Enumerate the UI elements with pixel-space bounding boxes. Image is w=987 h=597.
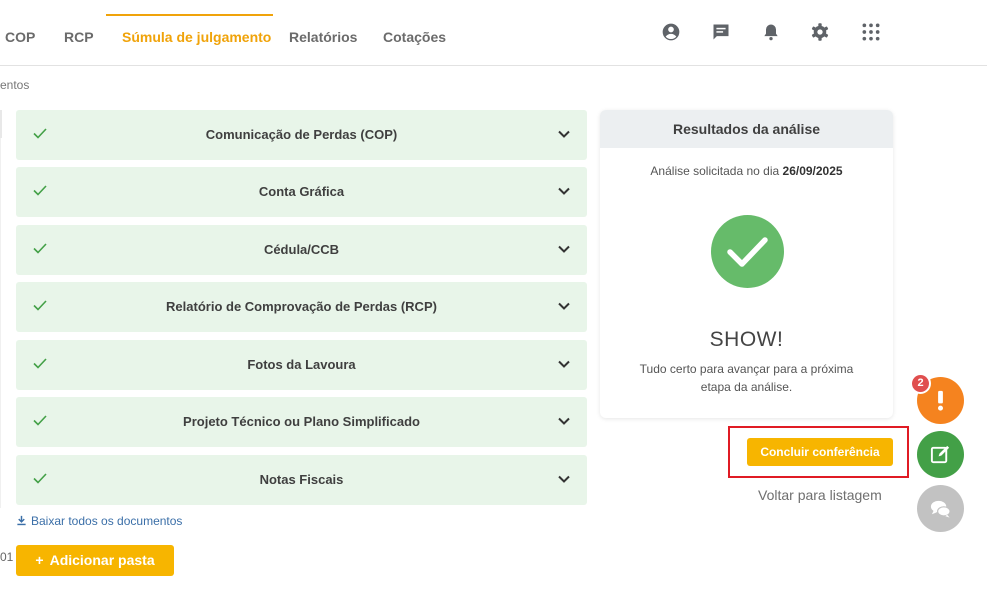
results-card-header: Resultados da análise (600, 110, 893, 148)
document-row-cedula-ccb[interactable]: Cédula/CCB (16, 225, 587, 275)
tab-relatorios[interactable]: Relatórios (289, 29, 357, 45)
check-icon (32, 470, 48, 486)
account-circle-icon[interactable] (661, 22, 681, 42)
analysis-request-date: Análise solicitada no dia 26/09/2025 (600, 164, 893, 178)
notification-count-badge: 2 (910, 373, 931, 394)
check-icon (32, 355, 48, 371)
document-label: Cédula/CCB (263, 242, 340, 257)
breadcrumb[interactable]: entos (0, 78, 29, 92)
apps-grid-icon[interactable] (861, 22, 881, 42)
success-check-icon (711, 215, 784, 288)
edit-fab-button[interactable] (917, 431, 964, 478)
download-icon (16, 515, 27, 526)
left-panel-divider (0, 138, 1, 508)
results-title: SHOW! (709, 328, 784, 351)
document-label: Relatório de Comprovação de Perdas (RCP) (166, 299, 437, 314)
tab-cotacoes[interactable]: Cotações (383, 29, 446, 45)
tab-sumula-de-julgamento[interactable]: Súmula de julgamento (122, 29, 271, 45)
top-navigation: COP RCP Súmula de julgamento Relatórios … (0, 0, 987, 66)
results-description: Tudo certo para avançar para a próxima e… (639, 362, 854, 394)
bell-icon[interactable] (761, 22, 781, 42)
chevron-down-icon[interactable] (557, 184, 571, 198)
chat-bubbles-icon (930, 500, 951, 518)
document-row-fotos-da-lavoura[interactable]: Fotos da Lavoura (16, 340, 587, 390)
document-label: Comunicação de Perdas (COP) (205, 127, 398, 142)
download-all-label: Baixar todos os documentos (31, 514, 183, 528)
add-folder-button[interactable]: + Adicionar pasta (16, 545, 174, 576)
document-row-conta-grafica[interactable]: Conta Gráfica (16, 167, 587, 217)
tab-rcp[interactable]: RCP (64, 29, 94, 45)
chevron-down-icon[interactable] (557, 357, 571, 371)
document-row-notas-fiscais[interactable]: Notas Fiscais (16, 455, 587, 505)
check-icon (32, 240, 48, 256)
gear-icon[interactable] (810, 22, 830, 42)
document-row-projeto-tecnico[interactable]: Projeto Técnico ou Plano Simplificado (16, 397, 587, 447)
document-row-cop[interactable]: Comunicação de Perdas (COP) (16, 110, 587, 160)
chat-fab-button[interactable] (917, 485, 964, 532)
check-icon (32, 182, 48, 198)
check-icon (32, 297, 48, 313)
chevron-down-icon[interactable] (557, 127, 571, 141)
check-icon (32, 125, 48, 141)
analysis-date-value: 26/09/2025 (782, 164, 843, 178)
analysis-results-card: Resultados da análise Análise solicitada… (600, 110, 893, 418)
exclamation-icon (938, 390, 943, 411)
tab-cop[interactable]: COP (5, 29, 35, 45)
download-all-documents-link[interactable]: Baixar todos os documentos (16, 514, 182, 528)
chevron-down-icon[interactable] (557, 242, 571, 256)
document-label: Fotos da Lavoura (247, 357, 356, 372)
document-label: Conta Gráfica (258, 184, 345, 199)
document-label: Notas Fiscais (259, 472, 344, 487)
conclude-review-button[interactable]: Concluir conferência (747, 438, 893, 466)
document-label: Projeto Técnico ou Plano Simplificado (183, 414, 420, 429)
chevron-down-icon[interactable] (557, 472, 571, 486)
analysis-date-prefix: Análise solicitada no dia (650, 164, 780, 178)
chevron-down-icon[interactable] (557, 414, 571, 428)
cut-off-number: 01 (0, 550, 14, 564)
chat-icon[interactable] (711, 22, 731, 42)
add-folder-label: Adicionar pasta (49, 552, 155, 568)
plus-icon: + (35, 552, 44, 568)
document-row-rcp[interactable]: Relatório de Comprovação de Perdas (RCP) (16, 282, 587, 332)
chevron-down-icon[interactable] (557, 299, 571, 313)
check-icon (32, 412, 48, 428)
active-tab-indicator (106, 14, 273, 16)
back-to-list-link[interactable]: Voltar para listagem (758, 487, 882, 503)
edit-note-icon (930, 445, 950, 464)
left-panel-edge (0, 110, 2, 138)
